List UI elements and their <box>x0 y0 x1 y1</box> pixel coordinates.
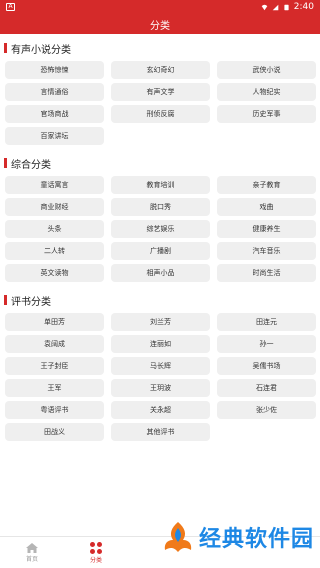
category-chip[interactable]: 马长辉 <box>111 357 210 375</box>
status-bar: A 2:40 <box>0 0 320 14</box>
category-chip[interactable]: 武侠小说 <box>217 61 316 79</box>
category-chip[interactable]: 单田芳 <box>5 313 104 331</box>
category-chip[interactable]: 商业财经 <box>5 198 104 216</box>
section-header: 评书分类 <box>0 289 320 311</box>
category-chip[interactable]: 孙一 <box>217 335 316 353</box>
category-chip[interactable]: 言情通俗 <box>5 83 104 101</box>
category-grid: 单田芳 刘兰芳 田连元 袁阔成 连丽如 孙一 王子封臣 马长辉 吴儒书场 王军 … <box>0 311 320 445</box>
page-header: 分类 <box>0 14 320 34</box>
category-chip[interactable]: 田连元 <box>217 313 316 331</box>
category-grid: 童话寓言 教育培训 亲子教育 商业财经 脱口秀 戏曲 头条 综艺娱乐 健康养生 … <box>0 174 320 286</box>
tab-label: 首页 <box>25 555 38 563</box>
tab-label: 分类 <box>89 556 102 564</box>
category-scroll-area[interactable]: 有声小说分类 恐怖惊悚 玄幻奇幻 武侠小说 言情通俗 有声文学 人物纪实 官场商… <box>0 34 320 536</box>
category-chip[interactable]: 王子封臣 <box>5 357 104 375</box>
section-title: 评书分类 <box>11 296 51 308</box>
category-chip[interactable]: 关永超 <box>111 401 210 419</box>
category-chip[interactable]: 童话寓言 <box>5 176 104 194</box>
category-chip[interactable]: 亲子教育 <box>217 176 316 194</box>
category-grid-icon <box>90 541 102 554</box>
wifi-icon <box>261 4 268 10</box>
category-chip[interactable]: 粤语评书 <box>5 401 104 419</box>
watermark-text: 经典软件园 <box>198 527 314 552</box>
category-chip[interactable]: 二人转 <box>5 242 104 260</box>
category-chip[interactable]: 头条 <box>5 220 104 238</box>
section-accent-bar <box>4 158 7 168</box>
watermark-logo-icon <box>164 522 192 552</box>
category-chip[interactable]: 戏曲 <box>217 198 316 216</box>
home-icon <box>26 542 38 553</box>
section-title: 有声小说分类 <box>11 44 71 56</box>
category-chip[interactable]: 刑侦反腐 <box>111 105 210 123</box>
category-chip[interactable]: 玄幻奇幻 <box>111 61 210 79</box>
category-chip[interactable]: 恐怖惊悚 <box>5 61 104 79</box>
category-chip[interactable]: 健康养生 <box>217 220 316 238</box>
category-chip[interactable]: 汽车音乐 <box>217 242 316 260</box>
category-chip[interactable]: 田战义 <box>5 423 104 441</box>
category-chip[interactable]: 刘兰芳 <box>111 313 210 331</box>
category-grid: 恐怖惊悚 玄幻奇幻 武侠小说 言情通俗 有声文学 人物纪实 官场商战 刑侦反腐 … <box>0 59 320 149</box>
section-header: 综合分类 <box>0 152 320 174</box>
category-chip[interactable]: 英文读物 <box>5 264 104 282</box>
category-chip[interactable]: 广播剧 <box>111 242 210 260</box>
category-chip[interactable]: 其他评书 <box>111 423 210 441</box>
category-chip[interactable]: 人物纪实 <box>217 83 316 101</box>
category-chip[interactable]: 王玥波 <box>111 379 210 397</box>
notification-app-icon: A <box>6 3 15 11</box>
section-general: 综合分类 童话寓言 教育培训 亲子教育 商业财经 脱口秀 戏曲 头条 综艺娱乐 … <box>0 152 320 286</box>
category-chip[interactable]: 袁阔成 <box>5 335 104 353</box>
tab-home[interactable]: 首页 <box>0 537 64 568</box>
section-title: 综合分类 <box>11 159 51 171</box>
category-chip[interactable]: 相声小品 <box>111 264 210 282</box>
category-chip[interactable]: 张少佐 <box>217 401 316 419</box>
watermark: 经典软件园 <box>161 520 314 554</box>
tab-category[interactable]: 分类 <box>64 537 128 568</box>
category-chip[interactable]: 官场商战 <box>5 105 104 123</box>
category-chip[interactable]: 石连君 <box>217 379 316 397</box>
category-chip[interactable]: 吴儒书场 <box>217 357 316 375</box>
category-chip[interactable]: 历史军事 <box>217 105 316 123</box>
category-chip[interactable]: 综艺娱乐 <box>111 220 210 238</box>
section-header: 有声小说分类 <box>0 37 320 59</box>
battery-icon <box>284 4 289 10</box>
section-accent-bar <box>4 295 7 305</box>
signal-icon <box>272 4 279 10</box>
category-chip[interactable]: 有声文学 <box>111 83 210 101</box>
section-storytelling: 评书分类 单田芳 刘兰芳 田连元 袁阔成 连丽如 孙一 王子封臣 马长辉 吴儒书… <box>0 289 320 445</box>
category-chip[interactable]: 教育培训 <box>111 176 210 194</box>
section-accent-bar <box>4 43 7 53</box>
category-chip[interactable]: 时尚生活 <box>217 264 316 282</box>
category-chip[interactable]: 连丽如 <box>111 335 210 353</box>
section-audio-novel: 有声小说分类 恐怖惊悚 玄幻奇幻 武侠小说 言情通俗 有声文学 人物纪实 官场商… <box>0 37 320 149</box>
status-time: 2:40 <box>293 2 314 12</box>
category-chip[interactable]: 王军 <box>5 379 104 397</box>
category-chip[interactable]: 脱口秀 <box>111 198 210 216</box>
page-title: 分类 <box>150 20 170 32</box>
category-chip[interactable]: 百家讲坛 <box>5 127 104 145</box>
